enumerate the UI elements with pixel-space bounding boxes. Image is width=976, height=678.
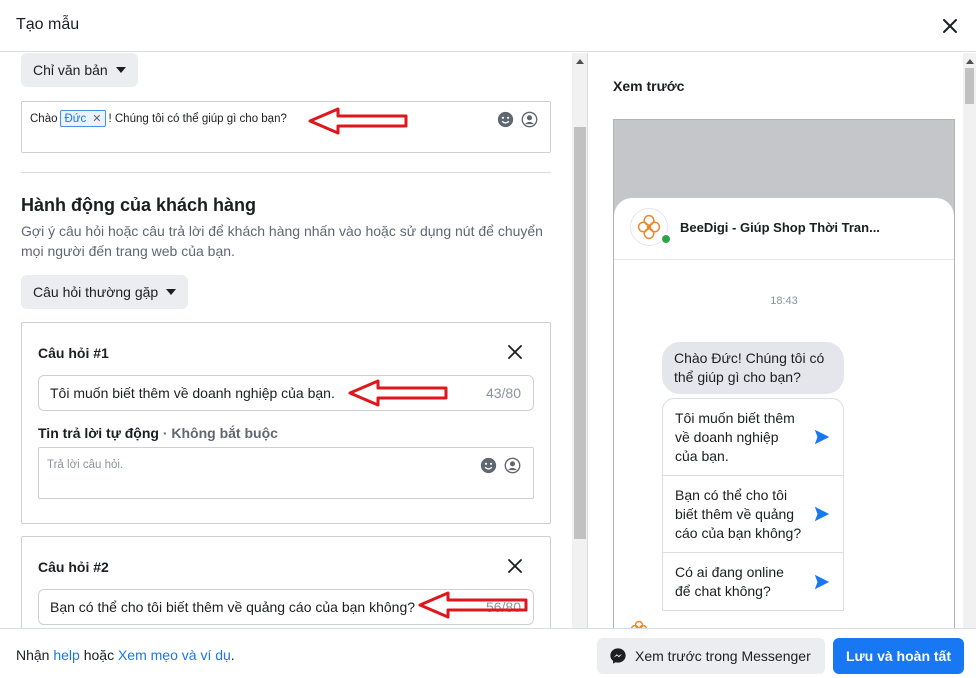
preview-scrollbar[interactable]	[963, 53, 976, 628]
message-type-dropdown[interactable]: Chỉ văn bản	[21, 53, 138, 87]
brand-logo-icon	[630, 620, 648, 628]
annotation-arrow	[348, 379, 448, 407]
send-icon	[814, 574, 830, 589]
phone-preview: BeeDigi - Giúp Shop Thời Tran... 18:43 C…	[613, 119, 955, 628]
action-type-dropdown[interactable]: Câu hỏi thường gặp	[21, 275, 189, 309]
help-suffix: .	[230, 647, 235, 663]
greeting-editor[interactable]: Chào Đức ✕ ! Chúng tôi có thể giúp gì ch…	[21, 101, 551, 153]
emoji-icon[interactable]	[497, 111, 514, 128]
chat-header: BeeDigi - Giúp Shop Thời Tran...	[614, 198, 954, 260]
close-icon[interactable]	[506, 343, 524, 361]
remove-token-icon[interactable]: ✕	[92, 112, 101, 125]
quick-reply-text: Bạn có thể cho tôi biết thêm về quảng cá…	[675, 487, 802, 541]
caret-down-icon	[166, 289, 177, 295]
question-label: Câu hỏi #2	[38, 559, 109, 575]
send-icon	[814, 506, 830, 522]
tips-link[interactable]: Xem mẹo và ví dụ	[118, 647, 231, 663]
question-text: Bạn có thể cho tôi biết thêm về quảng cá…	[50, 599, 416, 615]
quick-reply-text: Tôi muốn biết thêm về doanh nghiệp của b…	[675, 410, 795, 464]
auto-reply-input[interactable]: Trả lời câu hỏi.	[38, 447, 534, 499]
greeting-bubble: Chào Đức! Chúng tôi có thể giúp gì cho b…	[662, 342, 844, 394]
page-name: BeeDigi - Giúp Shop Thời Tran...	[680, 220, 880, 235]
first-name-token[interactable]: Đức ✕	[59, 110, 107, 127]
quick-reply-text: Có ai đang online để chat không?	[675, 564, 784, 599]
person-icon[interactable]	[504, 457, 521, 474]
char-count: 43/80	[485, 385, 521, 401]
messenger-icon	[610, 648, 626, 664]
help-text: Nhận help hoặc Xem mẹo và ví dụ.	[16, 647, 235, 663]
quick-reply-item[interactable]: Có ai đang online để chat không?	[663, 553, 843, 611]
annotation-arrow	[418, 591, 528, 619]
auto-reply-label: Tin trả lời tự động · Không bắt buộc	[38, 425, 278, 441]
help-link[interactable]: help	[53, 647, 79, 663]
action-type-label: Câu hỏi thường gặp	[33, 284, 159, 300]
auto-reply-placeholder: Trả lời câu hỏi.	[47, 459, 124, 471]
question-input[interactable]: Tôi muốn biết thêm về doanh nghiệp của b…	[38, 375, 534, 411]
preview-in-messenger-button[interactable]: Xem trước trong Messenger	[597, 638, 825, 674]
greeting-suffix: ! Chúng tôi có thể giúp gì cho bạn?	[108, 112, 287, 125]
caret-down-icon	[115, 67, 126, 73]
scroll-thumb[interactable]	[965, 68, 974, 104]
online-indicator	[660, 233, 672, 245]
emoji-icon[interactable]	[480, 457, 497, 474]
auto-reply-title: Tin trả lời tự động	[38, 425, 159, 441]
preview-button-label: Xem trước trong Messenger	[635, 648, 811, 664]
form-scrollbar[interactable]	[572, 53, 588, 628]
section-divider	[21, 172, 551, 173]
message-time: 18:43	[770, 295, 798, 307]
modal-header: Tạo mẫu	[0, 0, 976, 52]
optional-tag: · Không bắt buộc	[158, 425, 278, 441]
scroll-thumb[interactable]	[574, 127, 586, 539]
chat-window: BeeDigi - Giúp Shop Thời Tran... 18:43 C…	[614, 198, 954, 628]
modal-footer: Nhận help hoặc Xem mẹo và ví dụ. Xem trư…	[0, 628, 976, 678]
close-icon[interactable]	[506, 557, 524, 575]
scroll-up-icon[interactable]	[576, 59, 584, 64]
scroll-up-icon[interactable]	[966, 59, 974, 64]
person-icon[interactable]	[521, 111, 538, 128]
preview-panel: Xem trước BeeDigi - Giúp Shop Thời Tran.…	[589, 53, 976, 628]
quick-reply-item[interactable]: Tôi muốn biết thêm về doanh nghiệp của b…	[663, 399, 843, 476]
save-and-finish-button[interactable]: Lưu và hoàn tất	[833, 638, 964, 674]
modal-title: Tạo mẫu	[16, 16, 80, 33]
token-label: Đức	[64, 112, 87, 125]
question-label: Câu hỏi #1	[38, 345, 109, 361]
greeting-prefix: Chào	[30, 112, 58, 125]
template-form: Chỉ văn bản Chào Đức ✕ ! Chúng tôi có th…	[0, 53, 572, 628]
message-type-label: Chỉ văn bản	[33, 62, 108, 78]
close-icon[interactable]	[938, 14, 962, 38]
quick-reply-item[interactable]: Bạn có thể cho tôi biết thêm về quảng cá…	[663, 476, 843, 553]
customer-action-description: Gợi ý câu hỏi hoặc câu trả lời để khách …	[21, 223, 543, 259]
help-mid: hoặc	[79, 647, 118, 663]
quick-reply-list: Tôi muốn biết thêm về doanh nghiệp của b…	[662, 398, 844, 611]
annotation-arrow	[308, 107, 408, 135]
send-icon	[814, 429, 830, 445]
question-text: Tôi muốn biết thêm về doanh nghiệp của b…	[50, 385, 335, 401]
customer-action-title: Hành động của khách hàng	[21, 195, 257, 215]
help-prefix: Nhận	[16, 647, 54, 663]
preview-title: Xem trước	[613, 78, 685, 94]
question-card: Câu hỏi #1 Tôi muốn biết thêm về doanh n…	[21, 322, 551, 524]
